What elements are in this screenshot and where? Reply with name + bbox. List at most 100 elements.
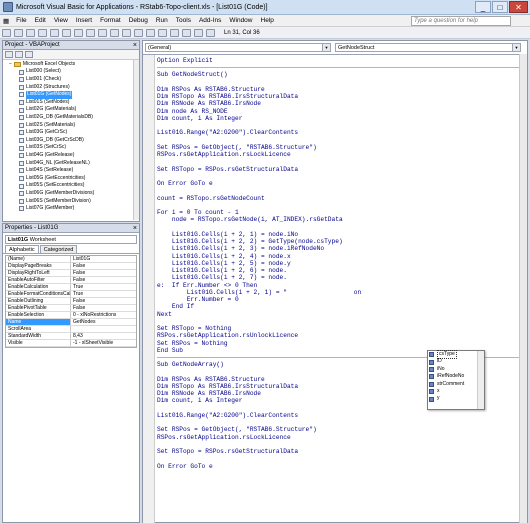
property-row[interactable]: EnableAutoFilter False (6, 277, 136, 284)
tree-item[interactable]: List000 (Select) (19, 68, 61, 75)
property-value[interactable] (71, 326, 73, 332)
maximize-button[interactable]: □ (492, 1, 508, 13)
code-scrollbar[interactable] (519, 54, 527, 523)
property-value[interactable]: True (71, 291, 83, 297)
chevron-down-icon[interactable]: ▼ (322, 44, 330, 51)
paste-icon[interactable] (62, 28, 71, 37)
tree-item[interactable]: List06S (SetMemberDivision) (19, 198, 91, 205)
autocomplete-item[interactable]: iRefNodeNo (428, 373, 484, 380)
autocomplete-item[interactable]: iD (428, 358, 484, 365)
autocomplete-item[interactable]: csType (428, 350, 484, 360)
code-margin[interactable] (143, 55, 155, 523)
collapse-icon[interactable]: − (9, 61, 12, 68)
close-icon[interactable]: × (133, 224, 137, 233)
tree-item[interactable]: List03S (SetCrSc) (19, 144, 66, 151)
property-value[interactable]: False (71, 298, 85, 304)
close-button[interactable]: ✕ (509, 1, 528, 13)
tree-item[interactable]: List06G (GetMemberDivisions) (19, 190, 94, 197)
project-explorer-icon[interactable] (158, 28, 167, 37)
property-row[interactable]: EnableCalculation True (6, 284, 136, 291)
property-row[interactable]: DisplayRightToLeft False (6, 270, 136, 277)
menu-insert[interactable]: Insert (72, 17, 96, 24)
tree-item[interactable]: List04G (GetRelease) (19, 152, 74, 159)
tree-item[interactable]: List01G (GetNodes) (19, 91, 73, 99)
property-row[interactable]: ScrollArea (6, 326, 136, 333)
property-row[interactable]: (Name) List01G (6, 256, 136, 263)
property-row[interactable]: Name GetNodes (6, 319, 136, 326)
minimize-button[interactable]: _ (475, 1, 491, 13)
toggle-folders-icon[interactable] (25, 51, 33, 58)
autocomplete-item[interactable]: x (428, 388, 484, 395)
property-value[interactable]: True (71, 284, 83, 290)
tree-item[interactable]: List04G_NL (GetReleaseNL) (19, 160, 90, 167)
menu-tools[interactable]: Tools (172, 17, 195, 24)
menu-view[interactable]: View (50, 17, 72, 24)
break-icon[interactable] (122, 28, 131, 37)
tree-item[interactable]: List02G (GetMaterials) (19, 106, 76, 113)
property-value[interactable]: GetNodes (71, 319, 96, 325)
reset-icon[interactable] (134, 28, 143, 37)
tree-item[interactable]: List002 (Structures) (19, 84, 70, 91)
view-object-icon[interactable] (15, 51, 23, 58)
property-value[interactable]: -1 - xlSheetVisible (71, 340, 113, 346)
property-row[interactable]: EnableSelection 0 - xlNoRestrictions (6, 312, 136, 319)
autocomplete-list[interactable]: csType iD iNo iRefNodeNo strComment x y (427, 350, 485, 410)
property-value[interactable]: False (71, 305, 85, 311)
property-value[interactable]: False (71, 263, 85, 269)
property-row[interactable]: EnableFormatConditionsCalcul True (6, 291, 136, 298)
save-icon[interactable] (26, 28, 35, 37)
menu-edit[interactable]: Edit (31, 17, 50, 24)
menu-file[interactable]: File (12, 17, 30, 24)
property-value[interactable]: 8,43 (71, 333, 83, 339)
tree-item[interactable]: List05G (GetEccentricities) (19, 175, 85, 182)
object-selector[interactable]: List01G Worksheet (5, 235, 137, 244)
tree-item[interactable]: List05S (SetEccentricities) (19, 182, 84, 189)
autocomplete-scrollbar[interactable] (477, 351, 484, 409)
tree-item[interactable]: List02G_DB (GetMaterialsDB) (19, 114, 93, 121)
tab-alphabetic[interactable]: Alphabetic (5, 245, 39, 253)
menu-run[interactable]: Run (152, 17, 172, 24)
autocomplete-item[interactable]: y (428, 395, 484, 402)
tree-item[interactable]: List01S (SetNodes) (19, 99, 69, 106)
run-icon[interactable] (110, 28, 119, 37)
object-browser-icon[interactable] (182, 28, 191, 37)
copy-icon[interactable] (50, 28, 59, 37)
properties-icon[interactable] (170, 28, 179, 37)
autocomplete-item[interactable]: iNo (428, 366, 484, 373)
undo-icon[interactable] (86, 28, 95, 37)
property-row[interactable]: Visible -1 - xlSheetVisible (6, 340, 136, 347)
tab-categorized[interactable]: Categorized (39, 245, 78, 253)
tree-item[interactable]: List03G (GetCrSc) (19, 129, 67, 136)
autocomplete-item[interactable]: strComment (428, 381, 484, 388)
find-icon[interactable] (74, 28, 83, 37)
toolbox-icon[interactable] (194, 28, 203, 37)
project-scrollbar[interactable] (133, 60, 139, 220)
tree-item[interactable]: List04S (SetRelease) (19, 167, 73, 174)
design-mode-icon[interactable] (146, 28, 155, 37)
help-icon[interactable] (206, 28, 215, 37)
tree-item[interactable]: List03G_DB (GetCrScDB) (19, 137, 84, 144)
cut-icon[interactable] (38, 28, 47, 37)
tree-folder[interactable]: − Microsoft Excel Objects (9, 61, 75, 68)
menu-debug[interactable]: Debug (125, 17, 152, 24)
property-value[interactable]: False (71, 270, 85, 276)
help-search-input[interactable]: Type a question for help (411, 16, 511, 26)
property-value[interactable]: 0 - xlNoRestrictions (71, 312, 116, 318)
view-excel-icon[interactable] (2, 28, 11, 37)
insert-module-icon[interactable] (14, 28, 23, 37)
code-editor[interactable]: Option Explicit Sub GetNodeStruct() Dim RS… (143, 54, 521, 523)
property-value[interactable]: List01G (71, 256, 90, 262)
menu-window[interactable]: Window (225, 17, 256, 24)
chevron-down-icon[interactable]: ▼ (512, 44, 520, 51)
property-row[interactable]: EnableOutlining False (6, 298, 136, 305)
view-code-icon[interactable] (5, 51, 13, 58)
tree-item[interactable]: List001 (Check) (19, 76, 61, 83)
tree-item[interactable]: List02S (SetMaterials) (19, 122, 75, 129)
menu-format[interactable]: Format (96, 17, 125, 24)
procedure-combo[interactable]: GetNodeStruct ▼ (335, 43, 521, 52)
tree-item[interactable]: List07G (GetMember) (19, 205, 74, 212)
menu-add-ins[interactable]: Add-Ins (195, 17, 225, 24)
object-combo[interactable]: (General) ▼ (145, 43, 331, 52)
property-value[interactable]: False (71, 277, 85, 283)
property-row[interactable]: DisplayPageBreaks False (6, 263, 136, 270)
